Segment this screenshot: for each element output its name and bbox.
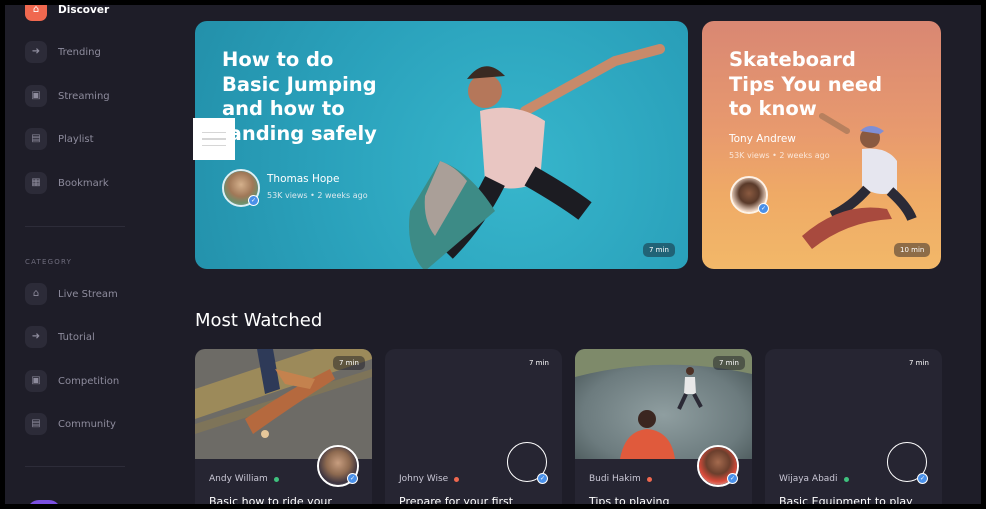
hero-card-side[interactable]: Skateboard Tips You need to know Tony An… [702,21,941,269]
sidebar-item-tutorial[interactable]: ➜ Tutorial [25,326,95,348]
sidebar-item-community[interactable]: ▤ Community [25,413,116,435]
sidebar-item-label: Discover [58,5,110,16]
author-name: Wijaya Abadi [779,474,838,484]
video-meta: 53K views • 2 weeks ago [267,191,368,200]
duration-badge: 7 min [333,356,365,370]
hero-title: How to do Basic Jumping and how to landi… [222,48,377,145]
duration-badge: 7 min [529,359,549,367]
author-name: Budi Hakim [589,474,641,484]
duration-badge: 7 min [713,356,745,370]
status-dot [454,476,460,482]
video-card[interactable]: 7 min ✓ Wijaya Abadi Basic Equipment to … [765,349,942,504]
author-name[interactable]: Tony Andrew [729,133,796,145]
sidebar-item-playlist[interactable]: ▤ Playlist [25,128,94,150]
author-name: Andy William [209,474,268,484]
home-icon: ⌂ [25,5,47,21]
sidebar-item-label: Community [58,418,116,430]
sidebar-item-label: Trending [58,46,101,58]
sidebar-divider [25,226,125,227]
duration-badge: 7 min [909,359,929,367]
status-dot [273,476,279,482]
video-card[interactable]: 7 min ✓ Johny Wise Prepare for your firs… [385,349,562,504]
home-icon: ⌂ [25,283,47,305]
document-icon: ▤ [25,413,47,435]
card-title[interactable]: Basic Equipment to play [779,495,913,504]
sidebar-item-bookmark[interactable]: ▦ Bookmark [25,172,109,194]
card-author[interactable]: Andy William [209,474,279,484]
duration-badge: 10 min [894,243,931,257]
sidebar-item-label: Playlist [58,133,94,145]
app-window: ⌂ Discover ➜ Trending ▣ Streaming ▤ Play… [5,5,981,504]
card-title[interactable]: Basic how to ride your [209,495,332,504]
hero-title: Skateboard Tips You need to know [729,48,883,120]
verified-icon: ✓ [248,195,259,206]
card-author[interactable]: Budi Hakim [589,474,652,484]
status-dot [843,476,849,482]
sidebar-item-label: Competition [58,375,120,387]
video-card[interactable]: 7 min ✓ Andy William Basic how to ride y… [195,349,372,504]
card-title[interactable]: Tips to playing [589,495,670,504]
verified-icon: ✓ [727,473,738,484]
video-meta: 53K views • 2 weeks ago [729,151,830,160]
duration-badge: 7 min [643,243,675,257]
verified-icon: ✓ [347,473,358,484]
menu-icon[interactable] [193,118,235,160]
sidebar-item-label: Bookmark [58,177,109,189]
sidebar-item-discover[interactable]: ⌂ Discover [25,5,109,21]
author-name: Johny Wise [399,474,449,484]
sidebar-item-label: Tutorial [58,331,95,343]
card-author[interactable]: Wijaya Abadi [779,474,849,484]
sidebar-item-competition[interactable]: ▣ Competition [25,370,119,392]
document-icon: ▤ [25,128,47,150]
sidebar-item-live-stream[interactable]: ⌂ Live Stream [25,283,118,305]
sidebar-item-trending[interactable]: ➜ Trending [25,41,101,63]
sidebar-item-label: Streaming [58,90,110,102]
sidebar: ⌂ Discover ➜ Trending ▣ Streaming ▤ Play… [5,5,165,504]
tv-icon: ▣ [25,370,47,392]
author-name[interactable]: Thomas Hope [267,173,339,185]
arrow-right-icon: ➜ [25,41,47,63]
sidebar-item-label: Live Stream [58,288,118,300]
category-heading: CATEGORY [25,258,73,266]
card-title[interactable]: Prepare for your first [399,495,513,504]
hero-card-main[interactable]: How to do Basic Jumping and how to landi… [195,21,688,269]
verified-icon: ✓ [537,473,548,484]
sidebar-item-streaming[interactable]: ▣ Streaming [25,85,110,107]
status-dot [646,476,652,482]
card-author[interactable]: Johny Wise [399,474,460,484]
section-title: Most Watched [195,310,323,331]
video-card[interactable]: 7 min ✓ Budi Hakim Tips to playing [575,349,752,504]
bookmark-icon: ▦ [25,172,47,194]
tv-icon: ▣ [25,85,47,107]
arrow-right-icon: ➜ [25,326,47,348]
sidebar-divider [25,466,125,467]
verified-icon: ✓ [758,203,769,214]
verified-icon: ✓ [917,473,928,484]
